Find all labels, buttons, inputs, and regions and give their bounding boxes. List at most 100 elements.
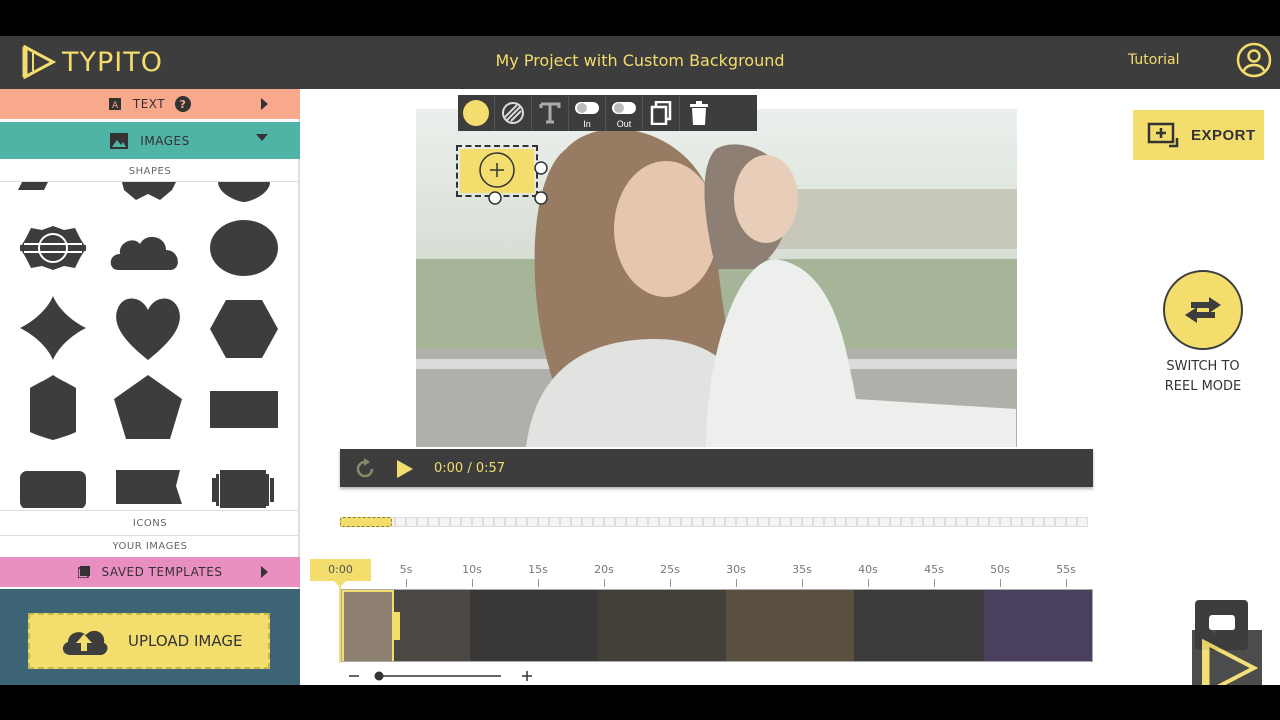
scene-segment[interactable] [494, 517, 505, 527]
scene-segment[interactable] [450, 517, 461, 527]
shape-rounded-rect[interactable] [20, 471, 86, 508]
scene-segment[interactable] [824, 517, 835, 527]
scene-segment[interactable] [703, 517, 714, 527]
opacity-button[interactable] [495, 95, 532, 131]
scene-segment[interactable] [439, 517, 450, 527]
color-picker-button[interactable] [458, 95, 495, 131]
shape-shield[interactable] [30, 375, 76, 440]
shape-hexagon[interactable] [210, 300, 278, 358]
text-tool-button[interactable] [532, 95, 569, 131]
active-scene-segment[interactable] [340, 517, 392, 527]
export-button[interactable]: EXPORT [1133, 110, 1264, 160]
saved-templates-tab[interactable]: SAVED TEMPLATES [0, 557, 300, 587]
scene-segment[interactable] [846, 517, 857, 527]
scene-segment[interactable] [648, 517, 659, 527]
scene-segment[interactable] [593, 517, 604, 527]
shape-pentagon[interactable] [114, 375, 182, 439]
project-title[interactable]: My Project with Custom Background [0, 51, 1280, 70]
scene-segment[interactable] [835, 517, 846, 527]
scene-segment[interactable] [659, 517, 670, 527]
shape-ribbon[interactable] [122, 182, 176, 200]
scene-segment[interactable] [1077, 517, 1088, 527]
scene-segment[interactable] [736, 517, 747, 527]
scene-segment[interactable] [780, 517, 791, 527]
resize-handle-icon[interactable] [534, 161, 548, 175]
shape-badge[interactable] [20, 226, 86, 270]
shape-partial-1[interactable] [18, 182, 48, 190]
scene-segment[interactable] [978, 517, 989, 527]
scene-segment[interactable] [538, 517, 549, 527]
out-animation-toggle[interactable]: Out [606, 95, 643, 131]
scene-segment[interactable] [615, 517, 626, 527]
help-icon[interactable]: ? [175, 96, 192, 112]
scene-segment[interactable] [769, 517, 780, 527]
scene-segment[interactable] [747, 517, 758, 527]
replay-icon[interactable] [354, 458, 376, 480]
scene-segment[interactable] [890, 517, 901, 527]
scene-segment[interactable] [417, 517, 428, 527]
range-start-handle[interactable] [341, 612, 342, 640]
shape-partial-3[interactable] [218, 182, 270, 202]
scene-segment[interactable] [1033, 517, 1044, 527]
scene-segment[interactable] [604, 517, 615, 527]
scene-segment[interactable] [725, 517, 736, 527]
scene-segment[interactable] [1044, 517, 1055, 527]
resize-handle-icon[interactable] [488, 191, 502, 205]
scene-segment[interactable] [923, 517, 934, 527]
scene-segment[interactable] [989, 517, 1000, 527]
icons-header[interactable]: ICONS [0, 510, 300, 536]
scene-segment[interactable] [791, 517, 802, 527]
scene-segment[interactable] [956, 517, 967, 527]
scene-segment[interactable] [967, 517, 978, 527]
scene-segment[interactable] [857, 517, 868, 527]
text-tab[interactable]: A TEXT ? [0, 89, 300, 119]
shape-scroll[interactable] [212, 470, 274, 508]
scene-segment[interactable] [1000, 517, 1011, 527]
scene-segment[interactable] [483, 517, 494, 527]
scene-segment[interactable] [560, 517, 571, 527]
video-preview[interactable] [416, 109, 1017, 447]
selected-range[interactable] [342, 590, 394, 661]
scene-segment[interactable] [571, 517, 582, 527]
scene-segment[interactable] [1055, 517, 1066, 527]
delete-button[interactable] [680, 95, 717, 131]
shape-cloud[interactable] [110, 236, 178, 270]
shape-heart[interactable] [116, 298, 180, 360]
scene-segment-bar[interactable] [340, 517, 1093, 527]
scene-segment[interactable] [527, 517, 538, 527]
scene-segment[interactable] [582, 517, 593, 527]
move-handle-icon[interactable] [478, 151, 516, 189]
tutorial-link[interactable]: Tutorial [1128, 52, 1179, 68]
shapes-header[interactable]: SHAPES [0, 162, 300, 182]
scene-segment[interactable] [670, 517, 681, 527]
scene-segment[interactable] [1011, 517, 1022, 527]
scene-segment[interactable] [461, 517, 472, 527]
scene-segment[interactable] [714, 517, 725, 527]
scene-segment[interactable] [395, 517, 406, 527]
user-icon[interactable] [1236, 42, 1272, 78]
scene-segment[interactable] [681, 517, 692, 527]
in-animation-toggle[interactable]: In [569, 95, 606, 131]
switch-reel-mode-button[interactable] [1163, 270, 1243, 350]
scene-segment[interactable] [813, 517, 824, 527]
scene-segment[interactable] [505, 517, 516, 527]
scene-segment[interactable] [802, 517, 813, 527]
resize-handle-icon[interactable] [534, 191, 548, 205]
shape-ellipse[interactable] [210, 220, 278, 276]
duplicate-button[interactable] [643, 95, 680, 131]
shape-rectangle[interactable] [210, 391, 278, 428]
shape-ornate-diamond[interactable] [20, 296, 86, 360]
scene-segment[interactable] [406, 517, 417, 527]
upload-image-button[interactable]: UPLOAD IMAGE [28, 613, 270, 669]
scene-segment[interactable] [945, 517, 956, 527]
scene-segment[interactable] [901, 517, 912, 527]
scene-segment[interactable] [516, 517, 527, 527]
scene-segment[interactable] [549, 517, 560, 527]
range-end-handle[interactable] [394, 612, 400, 640]
scene-segment[interactable] [758, 517, 769, 527]
scene-segment[interactable] [1066, 517, 1077, 527]
video-filmstrip[interactable] [341, 589, 1093, 662]
scene-segment[interactable] [472, 517, 483, 527]
scene-segment[interactable] [912, 517, 923, 527]
selected-shape-element[interactable] [456, 145, 548, 205]
